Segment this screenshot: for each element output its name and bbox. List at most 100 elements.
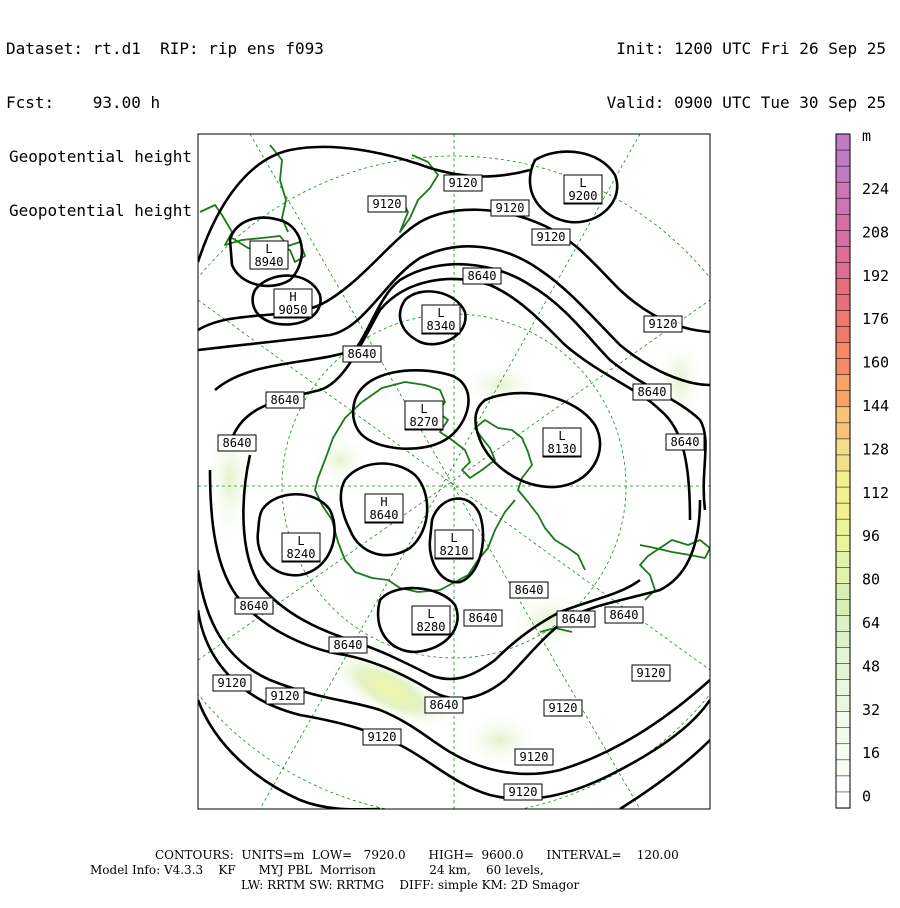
contour-label-text: 8640 xyxy=(562,612,591,626)
colorbar-swatch xyxy=(835,470,851,488)
contour-label-text: 8640 xyxy=(430,698,459,712)
shade-blob xyxy=(460,363,540,407)
colorbar-swatch xyxy=(835,679,851,697)
colorbar-tick-label: 0 xyxy=(862,788,871,806)
colorbar-swatch xyxy=(835,727,851,745)
contour-label-text: 8640 xyxy=(515,583,544,597)
colorbar-tick-label: 96 xyxy=(862,527,880,545)
contour-label-text: 9120 xyxy=(549,701,578,715)
contour-label-text: 9120 xyxy=(271,689,300,703)
colorbar-swatch xyxy=(835,374,851,392)
colorbar-swatch xyxy=(835,165,851,183)
footer: CONTOURS: UNITS=m LOW= 7920.0 HIGH= 9600… xyxy=(0,848,900,908)
colorbar-swatch xyxy=(835,390,851,408)
contour-label: 9120 xyxy=(514,748,554,766)
colorbar-tick-label: 48 xyxy=(862,657,880,675)
colorbar-swatch xyxy=(835,310,851,328)
extremum-kind: L xyxy=(579,176,586,190)
contour-line xyxy=(198,145,531,263)
colorbar-swatch xyxy=(835,326,851,344)
extremum-value: 8280 xyxy=(417,620,446,634)
contour-label: 8640 xyxy=(632,383,672,401)
extremum-kind: L xyxy=(420,402,427,416)
colorbar-tick-label: 208 xyxy=(862,223,889,241)
contour-label-text: 9120 xyxy=(537,230,566,244)
extremum-label: L8280 xyxy=(411,605,451,635)
contour-label: 9120 xyxy=(443,174,483,192)
contour-label: 8640 xyxy=(463,609,503,627)
coastline xyxy=(639,539,710,601)
colorbar-swatch xyxy=(835,759,851,777)
extremum-value: 9200 xyxy=(569,189,598,203)
colorbar-swatches xyxy=(835,133,851,809)
extremum-value: 8130 xyxy=(548,442,577,456)
contour-label-text: 8640 xyxy=(671,435,700,449)
extremum-label: L8210 xyxy=(434,529,474,559)
colorbar-swatch xyxy=(835,663,851,681)
contour-label-text: 8640 xyxy=(271,393,300,407)
extremum-value: 8640 xyxy=(370,508,399,522)
extremum-kind: L xyxy=(427,607,434,621)
contour-line xyxy=(619,739,710,809)
contour-label: 9120 xyxy=(503,783,543,801)
contour-label-text: 8640 xyxy=(468,269,497,283)
colorbar-swatch xyxy=(835,422,851,440)
colorbar-swatch xyxy=(835,149,851,167)
colorbar-swatch xyxy=(835,197,851,215)
coastline xyxy=(399,154,439,233)
footer-contours-line: CONTOURS: UNITS=m LOW= 7920.0 HIGH= 9600… xyxy=(155,848,679,862)
shade-blob xyxy=(312,435,368,485)
colorbar-swatch xyxy=(835,454,851,472)
colorbar-swatch xyxy=(835,647,851,665)
contour-label: 8640 xyxy=(328,636,368,654)
colorbar-swatch xyxy=(835,534,851,552)
contour-label-text: 8640 xyxy=(638,385,667,399)
contour-label-text: 9120 xyxy=(449,176,478,190)
colorbar-tick-label: 32 xyxy=(862,701,880,719)
extremum-value: 9050 xyxy=(279,303,308,317)
colorbar-tick-label: 64 xyxy=(862,614,880,632)
extremum-label: L8240 xyxy=(281,532,321,562)
colorbar-tick-label: 128 xyxy=(862,440,889,458)
colorbar-swatch xyxy=(835,438,851,456)
contour-label-text: 9120 xyxy=(637,666,666,680)
contour-label-text: 9120 xyxy=(496,201,525,215)
colorbar-swatch xyxy=(835,342,851,360)
contour-label: 8640 xyxy=(234,597,274,615)
contour-label: 9120 xyxy=(367,195,407,213)
extremum-kind: L xyxy=(437,306,444,320)
colorbar-tick-label: 144 xyxy=(862,397,889,415)
contour-label: 9120 xyxy=(212,674,252,692)
colorbar-swatch xyxy=(835,213,851,231)
contour-line xyxy=(198,699,380,809)
extremum-label: L8940 xyxy=(249,240,289,270)
contour-label-text: 8640 xyxy=(469,611,498,625)
contour-label: 9120 xyxy=(631,664,671,682)
extremum-value: 8940 xyxy=(255,255,284,269)
colorbar-swatch xyxy=(835,358,851,376)
contour-label-text: 8640 xyxy=(610,608,639,622)
contour-label-text: 9120 xyxy=(509,785,538,799)
contour-label: 8640 xyxy=(217,434,257,452)
extremum-value: 8240 xyxy=(287,547,316,561)
colorbar-tick-label: 176 xyxy=(862,310,889,328)
colorbar-swatch xyxy=(835,599,851,616)
colorbar-swatch xyxy=(835,615,851,633)
contour-label-text: 8640 xyxy=(348,347,377,361)
colorbar-tick-label: 112 xyxy=(862,484,889,502)
colorbar-swatch xyxy=(835,711,851,729)
colorbar-swatch xyxy=(835,583,851,600)
colorbar-swatch xyxy=(835,502,851,520)
contour-label: 9120 xyxy=(490,199,530,217)
contour-label-text: 9120 xyxy=(649,317,678,331)
colorbar-swatch xyxy=(835,246,851,263)
colorbar-swatch xyxy=(835,294,851,312)
extremum-kind: L xyxy=(450,531,457,545)
colorbar-swatch xyxy=(835,775,851,793)
extremum-label: L8130 xyxy=(542,427,582,457)
colorbar-swatch xyxy=(835,230,851,247)
colorbar-swatch xyxy=(835,486,851,504)
colorbar-swatch xyxy=(835,181,851,199)
extremum-kind: H xyxy=(289,290,296,304)
contour-label-text: 9120 xyxy=(373,197,402,211)
